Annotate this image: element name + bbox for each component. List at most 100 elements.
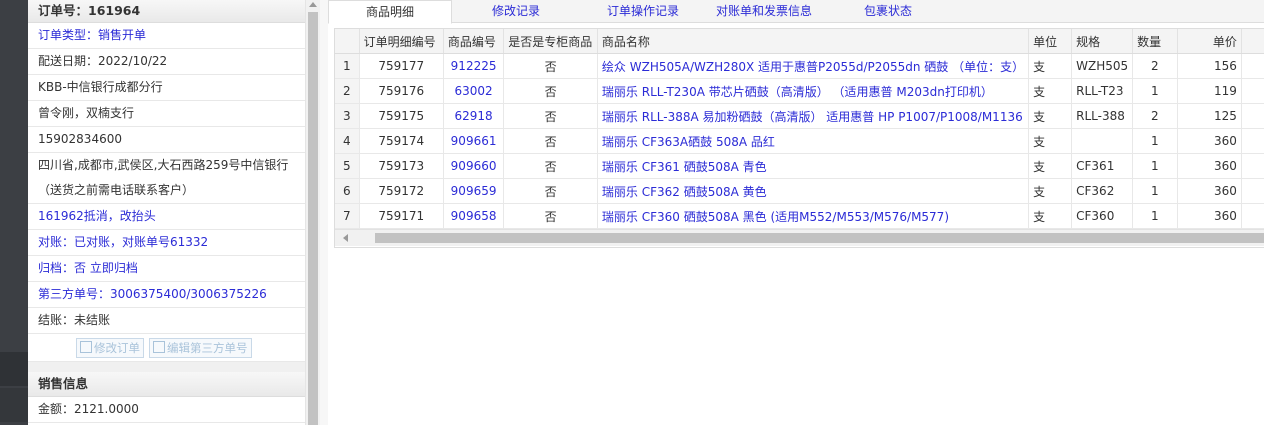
extra-cell [1241,53,1264,79]
third-party-number[interactable]: 第三方单号：3006375400/3006375226 [28,282,305,308]
reconciliation-status[interactable]: 对账：已对账，对账单号61332 [28,230,305,256]
panel-gap [320,0,328,425]
col-header-product-name[interactable]: 商品名称 [597,29,1030,54]
table-row[interactable]: 1 759177 912225 否 绘众 WZH505A/WZH280X 适用于… [335,53,1264,79]
sales-info-title: 销售信息 [28,372,305,397]
edit-order-button[interactable]: 修改订单 [76,338,144,358]
tab-reconciliation-invoice[interactable]: 对账单和发票信息 [703,0,825,22]
col-header-product-code[interactable]: 商品编号 [443,29,505,54]
unit-cell: 支 [1028,78,1073,104]
product-code-link[interactable]: 63002 [443,78,505,104]
product-name-link[interactable]: 瑞丽乐 CF361 硒鼓508A 青色 [597,153,1030,179]
unit-price-cell: 360 [1177,128,1242,154]
unit-cell: 支 [1028,53,1073,79]
address-line: 四川省,成都市,武侯区,大石西路259号中信银行 [38,158,289,172]
table-row[interactable]: 2 759176 63002 否 瑞丽乐 RLL-T230A 带芯片硒鼓（高清版… [335,78,1264,104]
product-code-link[interactable]: 912225 [443,53,505,79]
extra-cell [1241,153,1264,179]
col-header-unit-price[interactable]: 单价 [1177,29,1242,54]
product-code-link[interactable]: 909658 [443,203,505,229]
tab-product-detail[interactable]: 商品明细 [328,0,452,24]
delivery-date: 配送日期：2022/10/22 [28,49,305,75]
sidebar-band [0,388,28,422]
product-rows: 1 759177 912225 否 绘众 WZH505A/WZH280X 适用于… [335,53,1264,229]
counter-product-cell: 否 [503,128,598,154]
row-number: 5 [335,153,360,179]
col-header-spec[interactable]: 规格 [1071,29,1134,54]
product-code-link[interactable]: 909660 [443,153,505,179]
quantity-cell: 1 [1132,78,1178,104]
row-number: 7 [335,203,360,229]
quantity-cell: 1 [1132,203,1178,229]
table-row[interactable]: 5 759173 909660 否 瑞丽乐 CF361 硒鼓508A 青色 支 … [335,153,1264,179]
detail-id-cell: 759173 [359,153,444,179]
counter-product-cell: 否 [503,178,598,204]
counter-product-cell: 否 [503,153,598,179]
product-name-link[interactable]: 瑞丽乐 RLL-T230A 带芯片硒鼓（高清版） （适用惠普 M203dn打印机… [597,78,1030,104]
order-info-panel: 订单号：161964 订单类型：销售开单 配送日期：2022/10/22 KBB… [28,0,306,425]
quantity-cell: 1 [1132,178,1178,204]
extra-cell [1241,128,1264,154]
col-header-counter-product[interactable]: 是否是专柜商品 [503,29,598,54]
scrollbar-thumb[interactable] [308,12,318,425]
col-header-unit[interactable]: 单位 [1028,29,1073,54]
product-name-link[interactable]: 瑞丽乐 CF363A硒鼓 508A 品红 [597,128,1030,154]
extra-cell [1241,78,1264,104]
contact-phone: 15902834600 [28,127,305,153]
detail-id-cell: 759172 [359,178,444,204]
order-number-title: 订单号：161964 [28,0,305,23]
extra-cell [1241,203,1264,229]
counter-product-cell: 否 [503,53,598,79]
product-name-link[interactable]: 瑞丽乐 CF362 硒鼓508A 黄色 [597,178,1030,204]
product-name-link[interactable]: 绘众 WZH505A/WZH280X 适用于惠普P2055d/P2055dn 硒… [597,53,1030,79]
table-header-row: 订单明细编号 商品编号 是否是专柜商品 商品名称 单位 规格 数量 单价 [335,29,1264,54]
tab-operation-log[interactable]: 订单操作记录 [578,0,708,22]
product-grid: 订单明细编号 商品编号 是否是专柜商品 商品名称 单位 规格 数量 单价 1 7… [334,28,1264,248]
unit-price-cell: 119 [1177,78,1242,104]
unit-price-cell: 360 [1177,153,1242,179]
product-code-link[interactable]: 909659 [443,178,505,204]
detail-id-cell: 759175 [359,103,444,129]
unit-cell: 支 [1028,103,1073,129]
grid-horizontal-scrollbar[interactable] [335,229,1264,246]
product-table: 订单明细编号 商品编号 是否是专柜商品 商品名称 单位 规格 数量 单价 1 7… [335,29,1264,229]
product-code-link[interactable]: 62918 [443,103,505,129]
extra-cell [1241,178,1264,204]
detail-tabs: 商品明细 修改记录 订单操作记录 对账单和发票信息 包裹状态 [328,0,1264,24]
tab-modify-log[interactable]: 修改记录 [456,0,576,22]
customer-name: KBB-中信银行成都分行 [28,75,305,101]
detail-id-cell: 759171 [359,203,444,229]
product-name-link[interactable]: 瑞丽乐 CF360 硒鼓508A 黑色 (适用M552/M553/M576/M5… [597,203,1030,229]
spec-cell: CF362 [1071,178,1134,204]
archive-status[interactable]: 归档：否 立即归档 [28,256,305,282]
col-header-quantity[interactable]: 数量 [1132,29,1178,54]
horizontal-scrollbar-thumb[interactable] [375,233,1264,243]
left-panel-scrollbar[interactable] [305,0,320,425]
order-detail-area: 商品明细 修改记录 订单操作记录 对账单和发票信息 包裹状态 订单明细编号 商品… [328,0,1264,425]
detail-id-cell: 759177 [359,53,444,79]
order-type[interactable]: 订单类型：销售开单 [28,23,305,49]
extra-cell [1241,103,1264,129]
table-row[interactable]: 3 759175 62918 否 瑞丽乐 RLL-388A 易加粉硒鼓（高清版）… [335,103,1264,129]
edit-icon [80,341,92,353]
row-number: 4 [335,128,360,154]
row-number: 1 [335,53,360,79]
col-header-detail-id[interactable]: 订单明细编号 [359,29,444,54]
order-remark[interactable]: 161962抵消，改抬头 [28,204,305,230]
section-divider [28,362,305,372]
unit-price-cell: 360 [1177,178,1242,204]
table-row[interactable]: 6 759172 909659 否 瑞丽乐 CF362 硒鼓508A 黄色 支 … [335,178,1264,204]
edit-third-party-label: 编辑第三方单号 [167,341,248,355]
spec-cell: RLL-388 [1071,103,1134,129]
product-code-link[interactable]: 909661 [443,128,505,154]
detail-id-cell: 759174 [359,128,444,154]
table-row[interactable]: 7 759171 909658 否 瑞丽乐 CF360 硒鼓508A 黑色 (适… [335,203,1264,229]
detail-id-cell: 759176 [359,78,444,104]
scroll-up-arrow-icon[interactable] [309,2,317,7]
tab-package-status[interactable]: 包裹状态 [828,0,948,22]
scroll-left-arrow-icon[interactable] [343,234,348,242]
edit-third-party-button[interactable]: 编辑第三方单号 [149,338,252,358]
table-row[interactable]: 4 759174 909661 否 瑞丽乐 CF363A硒鼓 508A 品红 支… [335,128,1264,154]
spec-cell [1071,128,1134,154]
product-name-link[interactable]: 瑞丽乐 RLL-388A 易加粉硒鼓（高清版） 适用惠普 HP P1007/P1… [597,103,1030,129]
